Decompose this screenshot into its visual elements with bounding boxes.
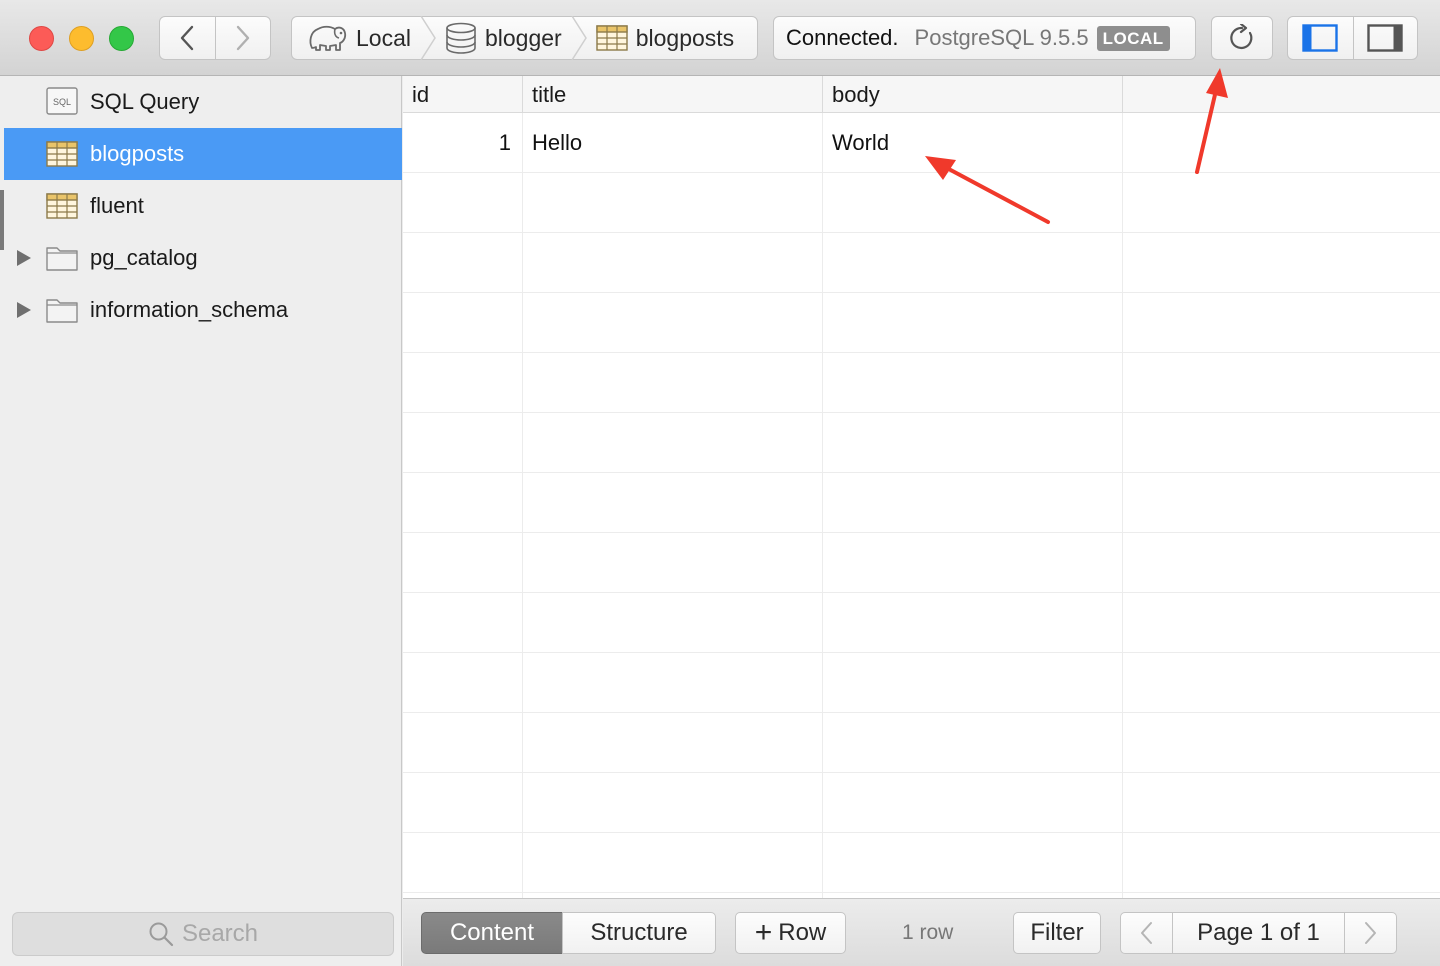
filter-button[interactable]: Filter [1013,912,1101,954]
row-divider [403,652,1440,653]
breadcrumb-database[interactable]: blogger [445,17,562,59]
grid-header: id title body [403,76,1440,113]
breadcrumb-connection[interactable]: Local [306,17,411,59]
tab-content[interactable]: Content [421,912,563,954]
left-sidebar-icon [1302,24,1338,52]
disclosure-triangle-icon[interactable] [16,301,32,319]
row-divider [403,772,1440,773]
sidebar-item-label: fluent [90,193,144,218]
minimize-window-button[interactable] [69,26,94,51]
close-window-button[interactable] [29,26,54,51]
panel-toggle-group [1287,16,1418,60]
plus-icon: + [754,916,773,949]
column-header-id[interactable]: id [403,76,523,113]
breadcrumb-separator [571,16,587,60]
sidebar-item-fluent[interactable]: fluent [4,180,402,232]
breadcrumb-table[interactable]: blogposts [596,17,734,59]
pagination: Page 1 of 1 [1120,912,1397,954]
zoom-window-button[interactable] [109,26,134,51]
chevron-left-icon [181,25,194,51]
search-placeholder: Search [181,920,259,947]
data-grid: id title body 1 Hello World [403,76,1440,898]
refresh-button[interactable] [1211,16,1273,60]
row-divider [403,712,1440,713]
sidebar-item-sql-query[interactable]: SQL SQL Query [4,76,402,128]
row-divider [403,592,1440,593]
breadcrumb-separator [420,16,436,60]
table-icon [46,193,78,219]
search-icon [149,922,174,947]
previous-page-button[interactable] [1121,913,1173,953]
row-divider [403,472,1440,473]
chevron-right-icon [236,25,250,51]
row-divider [403,292,1440,293]
row-divider [403,352,1440,353]
row-count: 1 row [902,921,954,944]
folder-icon [46,247,78,271]
row-divider [403,832,1440,833]
sidebar-item-information-schema[interactable]: information_schema [4,284,402,336]
next-page-button[interactable] [1344,913,1396,953]
table-icon [46,141,78,167]
sidebar-item-pg-catalog[interactable]: pg_catalog [4,232,402,284]
back-button[interactable] [160,17,215,59]
page-indicator: Page 1 of 1 [1197,919,1320,946]
sidebar-search-input[interactable]: Search [12,912,394,956]
navigation-group [159,16,271,60]
row-divider [403,412,1440,413]
row-divider [403,892,1440,893]
sql-query-icon: SQL [46,87,78,115]
connection-status: Connected. PostgreSQL 9.5.5 LOCAL [773,16,1196,60]
sql-icon-text: SQL [53,97,71,107]
sidebar-item-label: SQL Query [90,89,200,114]
breadcrumb: Local blogger blogposts [291,16,758,60]
disclosure-triangle-icon[interactable] [16,249,32,267]
status-badge: LOCAL [1096,25,1170,51]
row-divider [403,232,1440,233]
tab-structure[interactable]: Structure [562,912,716,954]
sidebar-item-label: information_schema [90,297,289,322]
add-row-button[interactable]: + Row [735,912,846,954]
column-divider [822,113,823,898]
server-version: PostgreSQL 9.5.5 [914,25,1089,50]
sidebar-item-blogposts[interactable]: blogposts [4,128,402,180]
cell-body[interactable]: World [832,113,1117,173]
forward-button[interactable] [214,17,270,59]
toggle-sidebar-button[interactable] [1288,17,1353,59]
bottom-bar: Content Structure + Row 1 row Filter Pag… [403,898,1440,966]
sidebar-item-label: blogposts [90,141,185,166]
chevron-left-icon [1141,922,1153,944]
right-sidebar-icon [1367,24,1403,52]
database-icon [446,22,476,54]
status-text: Connected. [786,25,899,50]
column-header-title[interactable]: title [523,76,823,113]
cell-id[interactable]: 1 [403,113,511,173]
toolbar: Local blogger blogposts Connected. Postg… [0,0,1440,76]
elephant-icon [309,25,347,51]
table-icon [596,25,628,51]
cell-title[interactable]: Hello [532,113,817,173]
column-header-body[interactable]: body [823,76,1123,113]
refresh-icon [1230,24,1253,50]
folder-icon [46,299,78,323]
breadcrumb-connection-label: Local [356,24,411,51]
sidebar: SQL SQL Query blogposts fluent pg_catalo… [0,76,402,966]
toggle-inspector-button[interactable] [1352,17,1418,59]
row-divider [403,532,1440,533]
column-divider [522,113,523,898]
sidebar-item-label: pg_catalog [90,245,198,270]
chevron-right-icon [1364,922,1376,944]
breadcrumb-table-label: blogposts [635,24,735,51]
column-divider [1122,113,1123,898]
add-row-label: Row [778,919,827,946]
breadcrumb-database-label: blogger [484,24,562,51]
